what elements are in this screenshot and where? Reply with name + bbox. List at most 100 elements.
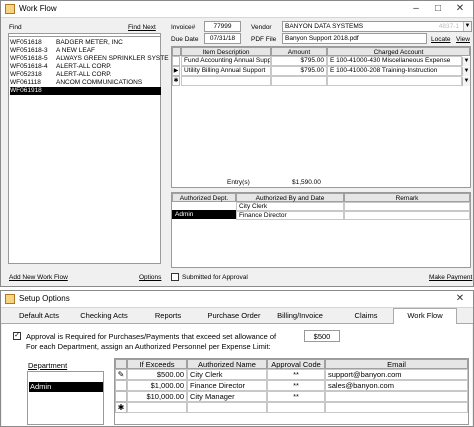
vendor-code: 4837-1 — [438, 23, 459, 30]
pdf-file-input[interactable]: Banyon Support 2018.pdf — [282, 33, 427, 44]
grid-header-if-exceeds: If Exceeds — [127, 359, 187, 369]
options-link[interactable]: Options — [139, 274, 161, 281]
authorized-name-cell[interactable]: City Manager — [187, 391, 267, 402]
setup-options-window: Setup Options ✕ Default Acts Checking Ac… — [0, 290, 474, 427]
if-exceeds-cell[interactable]: $1,000.00 — [127, 380, 187, 391]
items-header-amount: Amount — [271, 47, 327, 56]
if-exceeds-cell[interactable] — [127, 402, 187, 413]
tab-work-flow[interactable]: Work Flow — [393, 308, 457, 324]
window-title: Setup Options — [19, 294, 70, 303]
authorized-name-cell[interactable]: City Clerk — [187, 369, 267, 380]
row-selector[interactable] — [172, 56, 180, 66]
chevron-down-icon[interactable]: ▼ — [463, 22, 471, 31]
list-item[interactable]: WF051618 BADGER METER, INC — [10, 39, 160, 47]
authorized-name-cell[interactable] — [187, 402, 267, 413]
tab-default-acts[interactable]: Default Acts — [13, 309, 65, 324]
pencil-icon[interactable]: ✎ — [115, 369, 127, 380]
item-description-cell[interactable]: Fund Accounting Annual Support — [181, 56, 271, 66]
vendor-name: BANYON DATA SYSTEMS — [285, 23, 364, 30]
auth-dept-selected[interactable]: Admin — [172, 210, 236, 219]
item-description-cell[interactable] — [181, 76, 271, 86]
item-account-cell[interactable]: E 100-41000-208 Training-Instruction — [327, 66, 462, 76]
tab-billing-invoice[interactable]: Billing/Invoice — [269, 309, 331, 324]
approval-checkbox[interactable]: ✓ — [13, 332, 21, 340]
list-item[interactable]: WF061118 ANCOM COMMUNICATIONS — [10, 79, 160, 87]
tab-purchase-order[interactable]: Purchase Order — [199, 309, 269, 324]
tab-claims[interactable]: Claims — [341, 309, 391, 324]
remark-header: Remark — [344, 193, 470, 202]
current-row-icon[interactable]: ▶ — [172, 66, 180, 76]
make-payment-link[interactable]: Make Payment — [429, 274, 472, 281]
submitted-checkbox[interactable] — [171, 273, 179, 281]
auth-dept-header: Authorized Dept. — [172, 193, 236, 202]
row-selector[interactable] — [115, 391, 127, 402]
item-account-cell[interactable] — [327, 76, 462, 86]
auth-person-cell[interactable]: City Clerk — [236, 202, 344, 211]
allowance-input[interactable]: $500 — [304, 330, 340, 342]
email-cell[interactable]: sales@banyon.com — [325, 380, 468, 391]
due-date-input[interactable]: 07/31/18 — [204, 33, 241, 44]
authorized-name-cell[interactable]: Finance Director — [187, 380, 267, 391]
email-cell[interactable] — [325, 391, 468, 402]
email-cell[interactable] — [325, 402, 468, 413]
auth-person-cell[interactable]: Finance Director — [236, 211, 344, 220]
tab-reports[interactable]: Reports — [145, 309, 191, 324]
pdf-file-label: PDF File — [251, 36, 277, 43]
total-amount: $1,590.00 — [292, 179, 321, 186]
maximize-icon[interactable]: □ — [427, 2, 449, 16]
chevron-down-icon[interactable]: ▼ — [462, 77, 470, 86]
item-amount-cell[interactable] — [271, 76, 327, 86]
workflow-list[interactable]: WF051618 BADGER METER, INC WF051618-3 A NE… — [8, 36, 169, 264]
item-description-cell[interactable]: Utility Billing Annual Support — [181, 66, 271, 76]
locate-link[interactable]: Locate — [431, 36, 451, 43]
items-header-account: Charged Account — [327, 47, 470, 56]
view-link[interactable]: View — [456, 36, 470, 43]
list-item-selected[interactable]: WF061918 — [10, 87, 161, 95]
auth-by-header: Authorized By and Date — [236, 193, 344, 202]
tab-checking-acts[interactable]: Checking Acts — [75, 309, 133, 324]
chevron-down-icon[interactable]: ▼ — [462, 57, 470, 66]
item-account-cell[interactable]: E 100-41000-430 Miscellaneous Expense — [327, 56, 462, 66]
app-icon — [5, 4, 15, 14]
chevron-down-icon[interactable]: ▼ — [462, 67, 470, 76]
approval-code-cell[interactable] — [267, 402, 325, 413]
item-amount-cell[interactable]: $795.00 — [271, 56, 327, 66]
department-list[interactable]: Admin — [27, 371, 104, 425]
workflow-window: Work Flow – □ ✕ Find Find Next WF051618 B… — [0, 0, 474, 287]
email-cell[interactable]: support@banyon.com — [325, 369, 468, 380]
grid-header-authorized-name: Authorized Name — [187, 359, 267, 369]
item-amount-cell[interactable]: $795.00 — [271, 66, 327, 76]
close-icon[interactable]: ✕ — [449, 2, 471, 16]
window-title: Work Flow — [19, 4, 57, 13]
new-row-icon[interactable]: ✱ — [115, 402, 127, 413]
if-exceeds-cell[interactable]: $500.00 — [127, 369, 187, 380]
find-label: Find — [9, 24, 22, 31]
add-new-workflow-link[interactable]: Add New Work Flow — [9, 274, 68, 281]
find-next-link[interactable]: Find Next — [128, 24, 156, 31]
approval-text: Approval is Required for Purchases/Payme… — [26, 332, 277, 341]
items-header-corner — [172, 47, 181, 56]
approval-code-cell[interactable]: ** — [267, 391, 325, 402]
app-icon — [5, 294, 15, 304]
list-item[interactable]: WF052318 ALERT-ALL CORP. — [10, 71, 160, 79]
approval-code-cell[interactable]: ** — [267, 380, 325, 391]
due-date-label: Due Date — [171, 36, 199, 43]
vendor-select[interactable]: BANYON DATA SYSTEMS 4837-1 ▼ — [282, 21, 472, 32]
list-item[interactable]: WF051618-3 A NEW LEAF — [10, 47, 160, 55]
auth-remark-cell[interactable] — [344, 202, 470, 211]
setup-titlebar: Setup Options ✕ — [1, 291, 473, 308]
invoice-input[interactable]: 77999 — [204, 21, 241, 32]
department-item-admin[interactable]: Admin — [29, 382, 103, 392]
close-icon[interactable]: ✕ — [449, 292, 471, 306]
new-row-icon[interactable]: ✱ — [172, 76, 180, 86]
list-item[interactable]: WF051618-4 ALERT-ALL CORP. — [10, 63, 160, 71]
grid-header-email: Email — [325, 359, 468, 369]
minimize-icon[interactable]: – — [405, 2, 427, 16]
if-exceeds-cell[interactable]: $10,000.00 — [127, 391, 187, 402]
list-item[interactable]: WF051618-5 ALWAYS GREEN SPRINKLER SYSTE — [10, 55, 169, 63]
approval-code-cell[interactable]: ** — [267, 369, 325, 380]
department-header: Department — [28, 361, 68, 370]
workflow-titlebar: Work Flow – □ ✕ — [1, 1, 473, 18]
auth-remark-cell[interactable] — [344, 211, 470, 220]
row-selector[interactable] — [115, 380, 127, 391]
